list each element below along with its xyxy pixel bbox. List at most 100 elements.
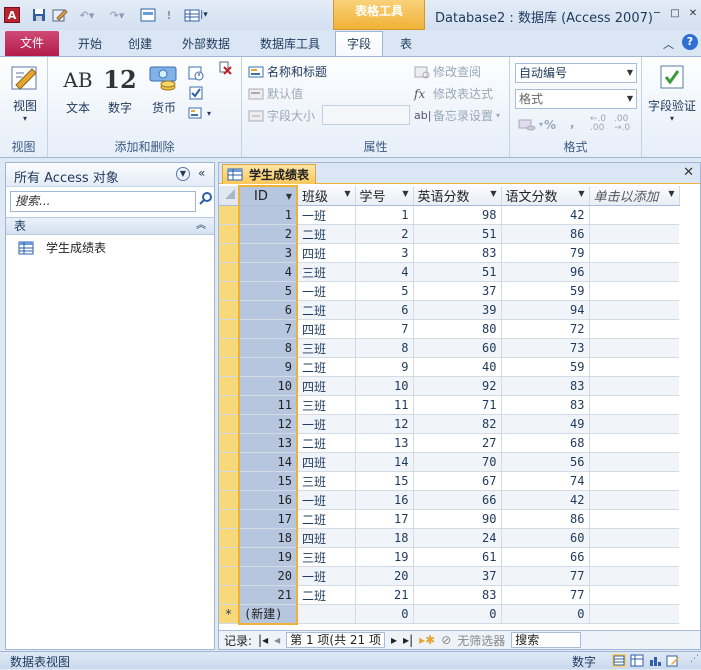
record-selector[interactable] [219,414,240,434]
cell-student-no[interactable]: 17 [355,509,414,529]
cell-student-no[interactable]: 0 [355,604,414,624]
cell-id[interactable]: 9 [238,357,298,377]
table-row[interactable]: 12 一班 12 82 49 [219,414,679,434]
table-row[interactable]: 15 三班 15 67 74 [219,471,679,491]
cell-chinese[interactable]: 77 [501,585,590,605]
cell-add-new[interactable] [589,528,679,548]
cell-add-new[interactable] [589,604,679,624]
cell-english[interactable]: 92 [413,376,502,396]
redo-icon[interactable]: ↷▾ [106,7,128,23]
minimize-ribbon-icon[interactable]: ︿ [663,36,674,52]
first-record-button[interactable]: |◂ [258,633,268,647]
cell-student-no[interactable]: 16 [355,490,414,510]
column-header-chinese[interactable]: 语文分数 ▼ [501,186,590,206]
table-row[interactable]: 13 二班 13 27 68 [219,433,679,453]
cell-english[interactable]: 71 [413,395,502,415]
cell-chinese[interactable]: 49 [501,414,590,434]
nav-item-student-scores[interactable]: 学生成绩表 [18,239,106,256]
field-size-input[interactable] [322,105,410,125]
cell-class[interactable]: 二班 [297,300,356,320]
table-row[interactable]: 2 二班 2 51 86 [219,224,679,244]
cell-class[interactable]: 四班 [297,319,356,339]
maximize-button[interactable]: □ [668,8,682,20]
record-position-input[interactable]: 第 1 项(共 21 项 [286,632,386,648]
table-row[interactable]: 21 二班 21 83 77 [219,585,679,605]
cell-add-new[interactable] [589,262,679,282]
cell-add-new[interactable] [589,395,679,415]
design-view-icon[interactable] [666,654,680,667]
cell-student-no[interactable]: 13 [355,433,414,453]
cell-chinese[interactable]: 59 [501,281,590,301]
cell-id[interactable]: 19 [238,547,298,567]
delete-field-button[interactable] [218,61,232,75]
cell-english[interactable]: 51 [413,262,502,282]
cell-add-new[interactable] [589,509,679,529]
cell-english[interactable]: 24 [413,528,502,548]
name-caption-button[interactable]: 名称和标题 [248,63,327,80]
cell-add-new[interactable] [589,205,679,225]
cell-class[interactable]: 二班 [297,357,356,377]
cell-english[interactable]: 80 [413,319,502,339]
form-view-icon[interactable] [140,7,156,23]
search-icon[interactable] [198,191,214,212]
table-row[interactable]: 18 四班 18 24 60 [219,528,679,548]
cell-add-new[interactable] [589,338,679,358]
cell-id[interactable]: 17 [238,509,298,529]
table-row[interactable]: 10 四班 10 92 83 [219,376,679,396]
no-filter-button[interactable]: 无筛选器 [457,632,505,649]
close-button[interactable]: ✕ [686,8,700,20]
tab-create[interactable]: 创建 [120,33,160,55]
record-selector[interactable] [219,547,240,567]
cell-id[interactable]: 10 [238,376,298,396]
cell-student-no[interactable]: 1 [355,205,414,225]
close-icon[interactable]: ✕ [683,165,694,180]
format-select[interactable]: 格式 ▼ [515,89,637,109]
cell-chinese[interactable]: 94 [501,300,590,320]
table-row[interactable]: 17 二班 17 90 86 [219,509,679,529]
table-row[interactable]: 6 二班 6 39 94 [219,300,679,320]
cell-chinese[interactable]: 79 [501,243,590,263]
record-selector[interactable] [219,376,240,396]
record-selector[interactable] [219,490,240,510]
table-row[interactable]: 14 四班 14 70 56 [219,452,679,472]
cell-chinese[interactable]: 86 [501,224,590,244]
cell-class[interactable]: 三班 [297,471,356,491]
cell-english[interactable]: 37 [413,281,502,301]
view-button[interactable]: 视图 ▾ [6,63,44,123]
cell-class[interactable]: 四班 [297,528,356,548]
cell-class[interactable]: 二班 [297,585,356,605]
cell-english[interactable]: 98 [413,205,502,225]
undo-icon[interactable]: ↶▾ [76,7,98,23]
cell-english[interactable]: 82 [413,414,502,434]
record-selector[interactable] [219,205,240,225]
cell-chinese[interactable]: 86 [501,509,590,529]
cell-class[interactable]: 二班 [297,433,356,453]
cell-id[interactable]: 6 [238,300,298,320]
currency-format-button[interactable]: ▾ [518,117,543,131]
table-view-icon[interactable]: |▾ [182,7,210,23]
record-selector[interactable] [219,224,240,244]
nav-search-input[interactable]: 搜索... [10,191,196,212]
table-row[interactable]: 7 四班 7 80 72 [219,319,679,339]
cell-add-new[interactable] [589,243,679,263]
cell-class[interactable]: 四班 [297,243,356,263]
help-icon[interactable]: ? [682,34,698,50]
cell-class[interactable]: 四班 [297,376,356,396]
new-record-row[interactable]: * (新建) 0 0 0 [219,604,679,625]
tab-fields[interactable]: 字段 [335,31,383,56]
cell-chinese[interactable]: 72 [501,319,590,339]
select-all-cell[interactable] [219,186,240,206]
record-search-input[interactable]: 搜索 [511,632,582,648]
cell-add-new[interactable] [589,490,679,510]
increase-decimals-button[interactable]: ←.0 .00 [590,115,612,133]
datasheet-view-icon[interactable] [612,654,626,667]
cell-add-new[interactable] [589,547,679,567]
cell-english[interactable]: 66 [413,490,502,510]
table-row[interactable]: 11 三班 11 71 83 [219,395,679,415]
record-selector[interactable] [219,585,240,605]
cell-class[interactable]: 三班 [297,395,356,415]
cell-class[interactable]: 一班 [297,490,356,510]
cell-student-no[interactable]: 18 [355,528,414,548]
currency-field-button[interactable]: 货币 [144,63,184,116]
cell-english[interactable]: 83 [413,585,502,605]
